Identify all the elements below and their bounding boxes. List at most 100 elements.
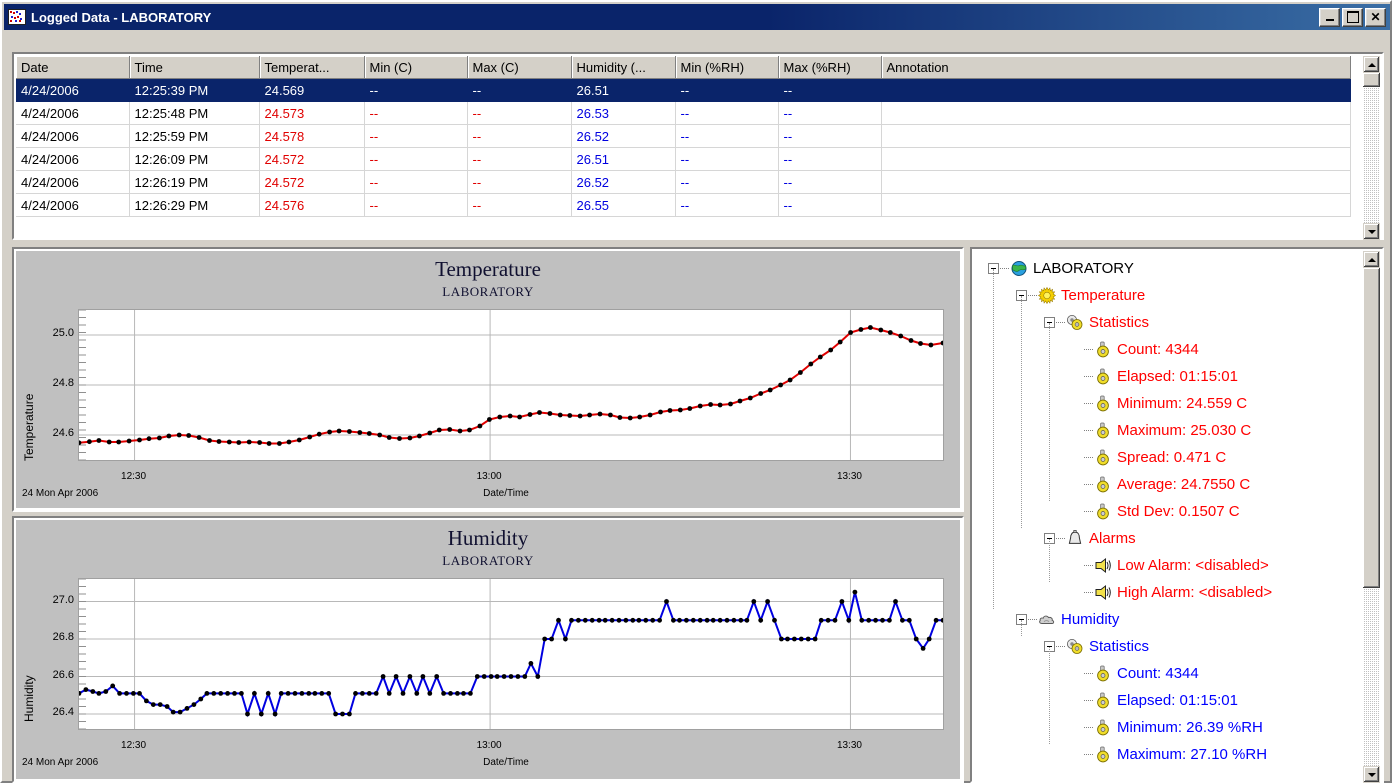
tree-node[interactable]: Statistics xyxy=(974,309,1380,336)
column-header-max-rh[interactable]: Max (%RH) xyxy=(778,56,882,79)
table-cell[interactable]: 12:26:29 PM xyxy=(129,193,260,217)
table-cell[interactable]: -- xyxy=(778,101,882,125)
table-row[interactable]: 4/24/2006 12:25:59 PM 24.578 -- -- 26.52 -- -- xyxy=(16,124,1351,148)
table-cell[interactable]: -- xyxy=(467,124,572,148)
tree-node[interactable]: Maximum: 25.030 C xyxy=(974,417,1380,444)
close-button[interactable]: ✕ xyxy=(1365,7,1386,27)
column-header-date[interactable]: Date xyxy=(16,56,130,79)
tree-scroll-up-button[interactable] xyxy=(1363,251,1380,268)
table-cell[interactable]: -- xyxy=(778,147,882,171)
tree-node[interactable]: Elapsed: 01:15:01 xyxy=(974,363,1380,390)
tree-node[interactable]: Temperature xyxy=(974,282,1380,309)
table-cell[interactable]: -- xyxy=(675,124,779,148)
humidity-chart-panel[interactable]: Humidity LABORATORY Humidity 26.4 26.6 26.… xyxy=(12,516,964,783)
table-cell[interactable]: 26.53 xyxy=(571,101,676,125)
table-cell[interactable]: -- xyxy=(364,124,468,148)
table-cell[interactable]: 12:25:59 PM xyxy=(129,124,260,148)
tree-node[interactable]: Count: 4344 xyxy=(974,336,1380,363)
table-cell[interactable]: -- xyxy=(364,78,468,102)
table-cell[interactable]: -- xyxy=(675,78,779,102)
tree-node[interactable]: LABORATORY xyxy=(974,255,1380,282)
tree-node[interactable]: High Alarm: <disabled> xyxy=(974,579,1380,606)
table-cell[interactable]: 4/24/2006 xyxy=(16,170,130,194)
device-tree-panel[interactable]: LABORATORY Temperature Statistics Count: 43… xyxy=(970,247,1384,783)
table-cell[interactable]: 24.573 xyxy=(259,101,365,125)
tree-node[interactable]: Spread: 0.471 C xyxy=(974,444,1380,471)
table-row[interactable]: 4/24/2006 12:26:19 PM 24.572 -- -- 26.52 -- -- xyxy=(16,170,1351,194)
table-cell[interactable]: -- xyxy=(364,147,468,171)
table-cell[interactable]: 12:26:19 PM xyxy=(129,170,260,194)
table-cell[interactable] xyxy=(881,147,1351,171)
table-cell[interactable]: -- xyxy=(778,170,882,194)
column-header-min-c[interactable]: Min (C) xyxy=(364,56,468,79)
table-cell[interactable]: -- xyxy=(675,170,779,194)
logged-data-grid[interactable]: Date Time Temperat... Min (C) Max (C) Hu… xyxy=(12,52,1384,240)
table-cell[interactable]: -- xyxy=(364,101,468,125)
tree-scroll-thumb[interactable] xyxy=(1363,268,1380,588)
tree-node[interactable]: Elapsed: 01:15:01 xyxy=(974,687,1380,714)
grid-scroll-down-button[interactable] xyxy=(1363,223,1380,240)
table-row[interactable]: 4/24/2006 12:25:39 PM 24.569 -- -- 26.51 -- -- xyxy=(16,78,1351,102)
table-cell[interactable]: 4/24/2006 xyxy=(16,101,130,125)
table-cell[interactable]: 24.576 xyxy=(259,193,365,217)
tree-node[interactable]: Low Alarm: <disabled> xyxy=(974,552,1380,579)
table-cell[interactable]: 4/24/2006 xyxy=(16,193,130,217)
grid-scrollbar[interactable] xyxy=(1363,56,1380,240)
table-cell[interactable]: -- xyxy=(467,78,572,102)
table-cell[interactable]: -- xyxy=(467,101,572,125)
table-cell[interactable]: 4/24/2006 xyxy=(16,78,130,102)
table-cell[interactable]: 26.52 xyxy=(571,170,676,194)
table-cell[interactable]: -- xyxy=(778,193,882,217)
table-cell[interactable]: 24.572 xyxy=(259,147,365,171)
table-cell[interactable]: -- xyxy=(675,101,779,125)
table-cell[interactable]: -- xyxy=(467,147,572,171)
table-cell[interactable]: 12:26:09 PM xyxy=(129,147,260,171)
tree-node[interactable]: Average: 24.7550 C xyxy=(974,471,1380,498)
column-header-humidity[interactable]: Humidity (... xyxy=(571,56,676,79)
grid-scroll-up-button[interactable] xyxy=(1363,56,1380,73)
table-row[interactable]: 4/24/2006 12:26:09 PM 24.572 -- -- 26.51 -- -- xyxy=(16,147,1351,171)
column-header-time[interactable]: Time xyxy=(129,56,260,79)
table-cell[interactable]: -- xyxy=(675,147,779,171)
tree-scroll-down-button[interactable] xyxy=(1363,766,1380,783)
temperature-chart-panel[interactable]: Temperature LABORATORY Temperature 24.6 2… xyxy=(12,247,964,512)
table-cell[interactable]: -- xyxy=(778,124,882,148)
tree-node[interactable]: Alarms xyxy=(974,525,1380,552)
table-cell[interactable]: 26.52 xyxy=(571,124,676,148)
table-cell[interactable] xyxy=(881,124,1351,148)
table-cell[interactable] xyxy=(881,170,1351,194)
table-cell[interactable]: -- xyxy=(467,193,572,217)
table-cell[interactable]: -- xyxy=(675,193,779,217)
table-row[interactable]: 4/24/2006 12:25:48 PM 24.573 -- -- 26.53 -- -- xyxy=(16,101,1351,125)
column-header-temperature[interactable]: Temperat... xyxy=(259,56,365,79)
grid-viewport[interactable]: Date Time Temperat... Min (C) Max (C) Hu… xyxy=(16,56,1380,236)
minimize-button[interactable] xyxy=(1319,7,1340,27)
table-cell[interactable]: 24.578 xyxy=(259,124,365,148)
tree-node[interactable]: Humidity xyxy=(974,606,1380,633)
device-tree[interactable]: LABORATORY Temperature Statistics Count: 43… xyxy=(974,251,1380,779)
title-bar[interactable]: Logged Data - LABORATORY ✕ xyxy=(4,4,1390,30)
maximize-button[interactable] xyxy=(1342,7,1363,27)
column-header-annotation[interactable]: Annotation xyxy=(881,56,1351,79)
table-row[interactable]: 4/24/2006 12:26:29 PM 24.576 -- -- 26.55 -- -- xyxy=(16,193,1351,217)
tree-scrollbar[interactable] xyxy=(1363,251,1380,783)
table-cell[interactable] xyxy=(881,78,1351,102)
table-cell[interactable]: -- xyxy=(364,193,468,217)
table-cell[interactable] xyxy=(881,101,1351,125)
tree-node[interactable]: Statistics xyxy=(974,633,1380,660)
table-cell[interactable]: -- xyxy=(467,170,572,194)
table-cell[interactable]: 12:25:48 PM xyxy=(129,101,260,125)
grid-scroll-thumb[interactable] xyxy=(1363,73,1380,87)
column-header-max-c[interactable]: Max (C) xyxy=(467,56,572,79)
table-cell[interactable]: 12:25:39 PM xyxy=(129,78,260,102)
tree-node[interactable]: Count: 4344 xyxy=(974,660,1380,687)
table-cell[interactable]: 26.55 xyxy=(571,193,676,217)
column-header-min-rh[interactable]: Min (%RH) xyxy=(675,56,779,79)
table-cell[interactable]: -- xyxy=(778,78,882,102)
tree-node[interactable]: Minimum: 24.559 C xyxy=(974,390,1380,417)
tree-node[interactable]: Minimum: 26.39 %RH xyxy=(974,714,1380,741)
table-cell[interactable]: 24.569 xyxy=(259,78,365,102)
table-cell[interactable]: 4/24/2006 xyxy=(16,124,130,148)
tree-node[interactable]: Maximum: 27.10 %RH xyxy=(974,741,1380,768)
table-cell[interactable]: -- xyxy=(364,170,468,194)
